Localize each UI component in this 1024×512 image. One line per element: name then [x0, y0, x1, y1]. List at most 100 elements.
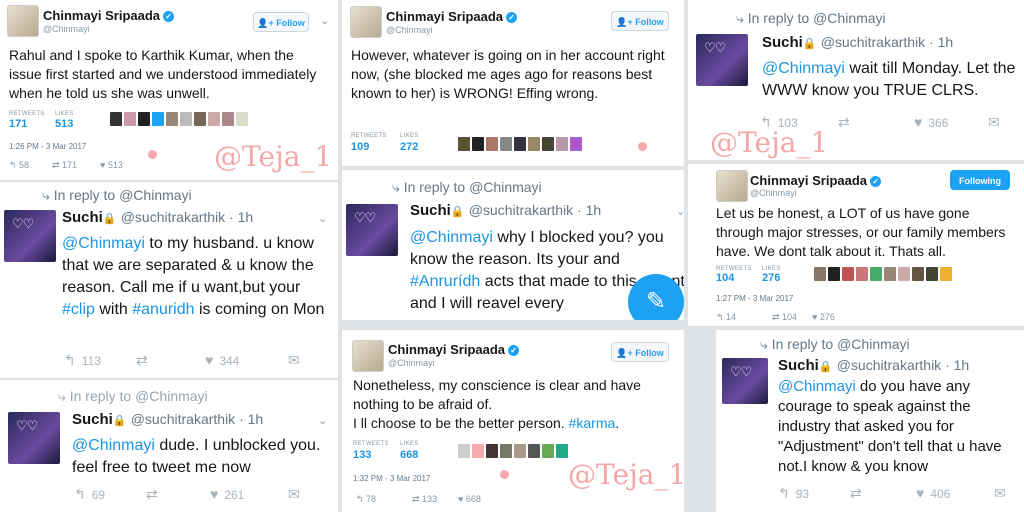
follow-button[interactable]: 👤+ Follow — [611, 342, 669, 362]
tweet-text: @Chinmayi to my husband. u know that we … — [62, 235, 325, 318]
message-icon[interactable]: ✉ — [994, 485, 1006, 502]
follow-button[interactable]: 👤+ Follow — [611, 11, 669, 31]
message-icon[interactable]: ✉ — [988, 114, 1000, 131]
following-button[interactable]: Following — [950, 170, 1010, 190]
retweet-count[interactable]: 171 — [9, 118, 27, 130]
avatar[interactable]: ♡♡ — [722, 358, 768, 404]
like-action[interactable]: ♥ 668 — [458, 494, 481, 504]
chevron-down-icon[interactable]: ⌄ — [318, 414, 327, 427]
liker-avatars[interactable] — [110, 112, 248, 126]
tweet-text: Nonetheless, my conscience is clear and … — [353, 377, 641, 431]
message-icon[interactable]: ✉ — [288, 352, 300, 369]
tweet-text: However, whatever is going on in her acc… — [351, 47, 665, 101]
reply-action[interactable]: ↰ 93 — [778, 485, 809, 502]
retweet-count[interactable]: 109 — [351, 141, 369, 153]
verified-icon: ✓ — [508, 345, 520, 357]
message-icon[interactable]: ✉ — [288, 486, 300, 503]
likes-label: LIKES — [55, 111, 74, 117]
reply-action[interactable]: ↰ 113 — [64, 352, 101, 369]
reply-action[interactable]: ↰ 78 — [356, 494, 376, 505]
like-count[interactable]: 272 — [400, 141, 418, 153]
like-action[interactable]: ♥ 344 — [205, 352, 239, 368]
avatar[interactable] — [352, 340, 384, 372]
reply-arrow-icon: ⤷ — [58, 388, 66, 404]
reply-card-2: ⤷ In reply to @Chinmayi ♡♡ Suchi🔒 @suchi… — [0, 380, 338, 512]
retweet-action[interactable]: ⇄ 133 — [412, 494, 437, 505]
chevron-down-icon[interactable]: ⌄ — [320, 14, 329, 27]
tweet-text: @Chinmayi wait till Monday. Let the WWW … — [762, 60, 1016, 99]
author-name[interactable]: Chinmayi Sripaada ✓ — [750, 173, 882, 188]
liker-avatars[interactable] — [458, 444, 568, 458]
author-line[interactable]: Suchi🔒 @suchitrakarthik · 1h — [762, 34, 953, 51]
dot — [500, 470, 509, 479]
like-count[interactable]: 513 — [55, 118, 73, 130]
retweet-count[interactable]: 133 — [353, 449, 371, 461]
like-count[interactable]: 668 — [400, 449, 418, 461]
avatar[interactable] — [716, 170, 748, 202]
liker-avatars[interactable] — [814, 267, 952, 281]
retweet-action[interactable]: ⇄ — [146, 486, 158, 503]
like-action[interactable]: ♥ 406 — [916, 485, 950, 501]
retweet-count[interactable]: 104 — [716, 272, 734, 284]
lock-icon: 🔒 — [112, 415, 127, 427]
retweet-action[interactable]: ⇄ 104 — [772, 312, 797, 323]
timestamp[interactable]: 1:27 PM - 3 Mar 2017 — [716, 294, 793, 303]
reply-context: ⤷ In reply to @Chinmayi — [392, 179, 542, 195]
liker-avatars[interactable] — [458, 137, 582, 151]
avatar[interactable]: ♡♡ — [346, 204, 398, 256]
reply-arrow-icon: ⤷ — [42, 187, 50, 203]
tweet-card-2: Chinmayi Sripaada ✓ @Chinmayi 👤+ Follow H… — [342, 0, 684, 166]
reply-context: ⤷ In reply to @Chinmayi — [736, 10, 886, 26]
reply-arrow-icon: ⤷ — [760, 336, 768, 352]
chevron-down-icon[interactable]: ⌄ — [676, 205, 684, 218]
avatar[interactable]: ♡♡ — [8, 412, 60, 464]
likes-label: LIKES — [400, 133, 419, 139]
reply-action[interactable]: ↰ 69 — [74, 486, 105, 503]
author-name[interactable]: Chinmayi Sripaada ✓ — [386, 9, 518, 24]
author-handle: @Chinmayi — [386, 25, 433, 35]
retweets-label: RETWEETS — [353, 441, 389, 447]
author-line[interactable]: Suchi🔒 @suchitrakarthik · 1h — [72, 411, 263, 428]
like-count[interactable]: 276 — [762, 272, 780, 284]
like-action[interactable]: ♥ 276 — [812, 312, 835, 322]
tweet-card-1: Chinmayi Sripaada ✓ @Chinmayi 👤+ Follow ⌄… — [0, 0, 338, 180]
author-name[interactable]: Chinmayi Sripaada ✓ — [43, 8, 175, 23]
reply-action[interactable]: ↰ 14 — [716, 312, 736, 323]
dot — [148, 150, 157, 159]
retweet-action[interactable]: ⇄ — [838, 114, 850, 131]
tweet-text: @Chinmayi do you have any courage to spe… — [778, 378, 1002, 475]
follow-button[interactable]: 👤+ Follow — [253, 12, 309, 32]
tweet-text: Rahul and I spoke to Karthik Kumar, when… — [9, 47, 317, 101]
timestamp[interactable]: 1:32 PM - 3 Mar 2017 — [353, 474, 430, 483]
timestamp[interactable]: 1:26 PM - 3 Mar 2017 — [9, 142, 86, 151]
reply-arrow-icon: ⤷ — [736, 10, 744, 26]
tweet-card-4: Chinmayi Sripaada ✓ @Chinmayi Following L… — [688, 164, 1024, 326]
reply-card-4: ⤷ In reply to @Chinmayi ♡♡ Suchi🔒 @suchi… — [688, 0, 1024, 160]
author-line[interactable]: Suchi🔒 @suchitrakarthik · 1h — [62, 209, 253, 226]
retweet-action[interactable]: ⇄ 171 — [52, 160, 77, 171]
author-line[interactable]: Suchi🔒 @suchitrakarthik · 1h — [410, 202, 601, 219]
author-handle: @Chinmayi — [43, 24, 90, 34]
watermark: @Teja_1 — [214, 140, 333, 173]
tweet-card-3: Chinmayi Sripaada ✓ @Chinmayi 👤+ Follow N… — [342, 330, 684, 512]
watermark: @Teja_1 — [568, 458, 684, 491]
avatar[interactable] — [350, 6, 382, 38]
reply-action[interactable]: ↰ 58 — [9, 160, 29, 171]
feather-icon: ✎ — [645, 288, 667, 315]
author-name[interactable]: Chinmayi Sripaada ✓ — [388, 342, 520, 357]
avatar[interactable]: ♡♡ — [696, 34, 748, 86]
like-action[interactable]: ♥ 513 — [100, 160, 123, 170]
retweet-action[interactable]: ⇄ — [850, 485, 862, 502]
reply-card-5: ⤷ In reply to @Chinmayi ♡♡ Suchi🔒 @suchi… — [716, 330, 1024, 512]
avatar[interactable] — [7, 5, 39, 37]
like-action[interactable]: ♥ 366 — [914, 114, 948, 130]
author-handle: @Chinmayi — [388, 358, 435, 368]
lock-icon: 🔒 — [102, 213, 117, 225]
author-line[interactable]: Suchi🔒 @suchitrakarthik · 1h — [778, 357, 969, 374]
avatar[interactable]: ♡♡ — [4, 210, 56, 262]
like-action[interactable]: ♥ 261 — [210, 486, 244, 502]
retweet-action[interactable]: ⇄ — [136, 352, 148, 369]
likes-label: LIKES — [400, 441, 419, 447]
chevron-down-icon[interactable]: ⌄ — [318, 212, 327, 225]
reply-card-3: ⤷ In reply to @Chinmayi ♡♡ Suchi🔒 @suchi… — [342, 170, 684, 320]
